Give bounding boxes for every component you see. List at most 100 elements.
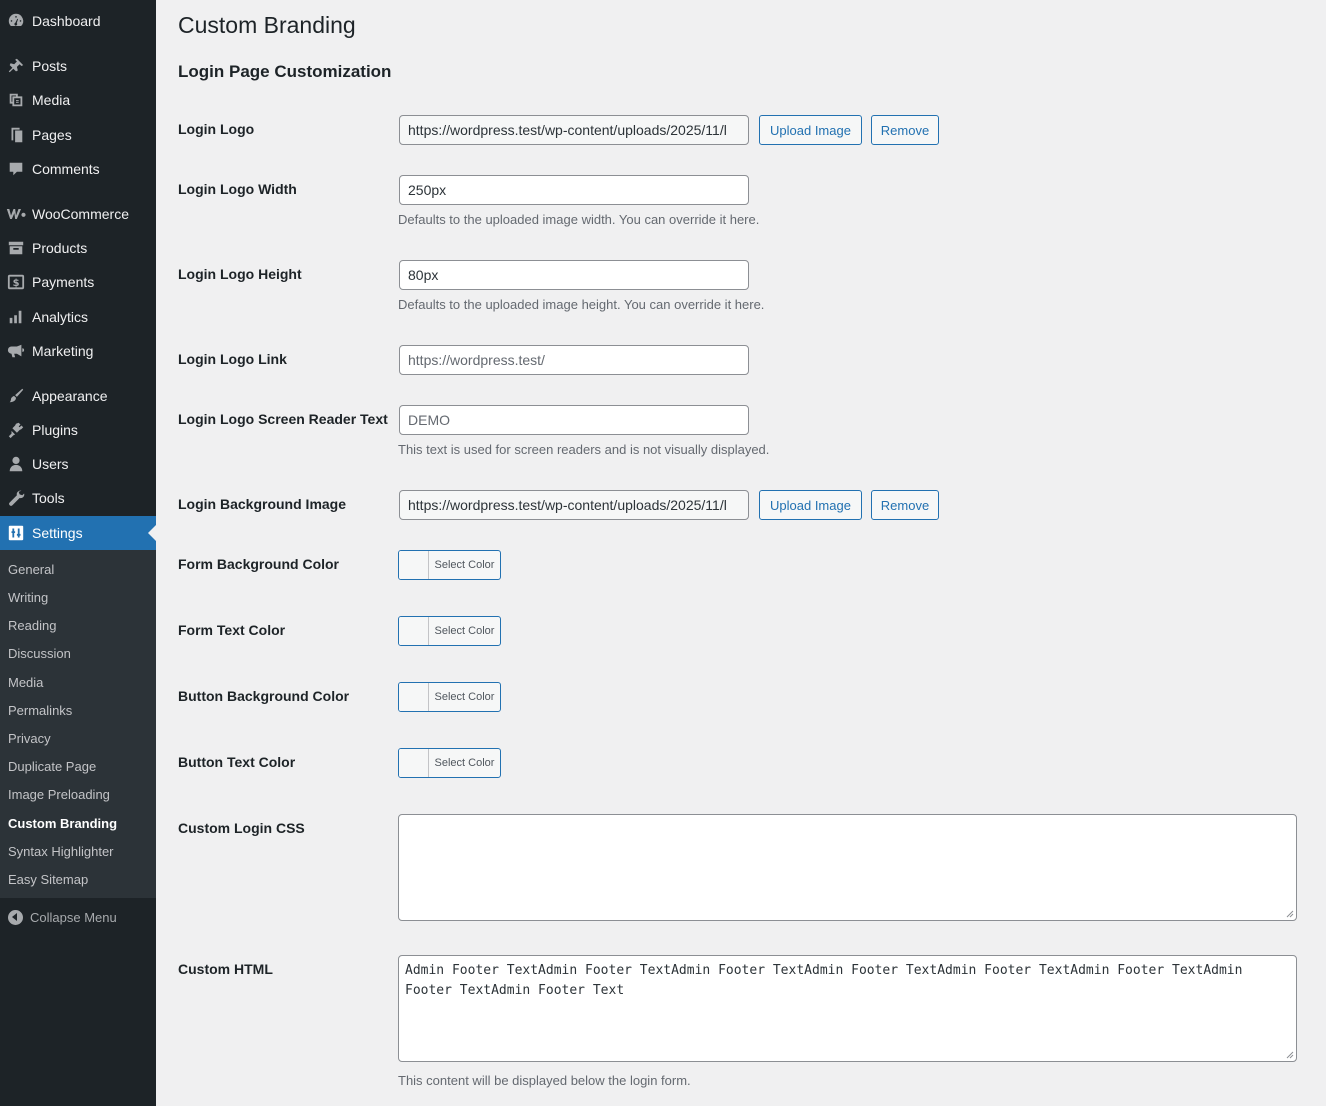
submenu-item-media[interactable]: Media [8,675,43,690]
login-logo-sr-text-description: This text is used for screen readers and… [398,442,770,457]
sidebar-item-marketing[interactable]: Marketing [0,334,156,368]
select-color-label: Select Color [434,691,495,703]
login-logo-url-input[interactable]: https://wordpress.test/wp-content/upload… [399,115,749,145]
custom-login-css-label: Custom Login CSS [178,820,305,836]
custom-html-textarea[interactable]: Admin Footer TextAdmin Footer TextAdmin … [398,955,1297,1062]
login-bg-image-url-input[interactable]: https://wordpress.test/wp-content/upload… [399,490,749,520]
sidebar-item-plugins[interactable]: Plugins [0,413,156,447]
pin-icon [0,56,32,76]
resize-handle-icon[interactable] [1286,1051,1294,1059]
sidebar-item-payments[interactable]: $ Payments [0,265,156,299]
login-bg-image-upload-button[interactable]: Upload Image [759,490,862,520]
bar-chart-icon [0,307,32,327]
select-color-label: Select Color [434,625,495,637]
section-title: Login Page Customization [178,62,392,81]
sidebar-item-label: Comments [32,161,100,177]
login-logo-height-label: Login Logo Height [178,266,302,282]
resize-handle-icon[interactable] [1286,910,1294,918]
megaphone-icon [0,341,32,361]
paintbrush-icon [0,386,32,406]
media-icon [0,90,32,110]
select-color-label: Select Color [434,559,495,571]
custom-html-description: This content will be displayed below the… [398,1073,691,1088]
plug-icon [0,420,32,440]
login-logo-sr-text-input[interactable]: DEMO [399,405,749,435]
submenu-item-general[interactable]: General [8,562,54,577]
login-logo-height-description: Defaults to the uploaded image height. Y… [398,297,765,312]
login-logo-remove-button[interactable]: Remove [871,115,939,145]
sidebar-item-posts[interactable]: Posts [0,49,156,83]
sidebar-item-label: Tools [32,490,65,506]
sidebar-item-pages[interactable]: Pages [0,118,156,152]
submenu-item-image-preloading[interactable]: Image Preloading [8,787,110,802]
svg-text:$: $ [13,278,20,289]
form-bg-color-picker[interactable]: Select Color [398,550,501,580]
sidebar-item-products[interactable]: Products [0,231,156,265]
settings-submenu: General Writing Reading Discussion Media… [0,550,156,898]
login-logo-width-input[interactable]: 250px [399,175,749,205]
sidebar-item-label: Dashboard [32,13,101,29]
collapse-menu-label: Collapse Menu [30,909,117,925]
sidebar-item-woocommerce[interactable]: WooCommerce [0,197,156,231]
sidebar-item-tools[interactable]: Tools [0,481,156,515]
login-logo-height-input[interactable]: 80px [399,260,749,290]
form-text-color-picker[interactable]: Select Color [398,616,501,646]
collapse-menu-button[interactable]: Collapse Menu [0,905,156,929]
select-color-label: Select Color [434,757,495,769]
login-logo-link-input[interactable]: https://wordpress.test/ [399,345,749,375]
dashboard-icon [0,11,32,31]
sidebar-item-label: WooCommerce [32,206,129,222]
submenu-item-reading[interactable]: Reading [8,618,56,633]
sidebar-item-label: Payments [32,274,95,290]
sidebar-item-comments[interactable]: Comments [0,152,156,186]
submenu-item-permalinks[interactable]: Permalinks [8,703,72,718]
submenu-item-duplicate-page[interactable]: Duplicate Page [8,759,96,774]
form-bg-color-label: Form Background Color [178,556,340,572]
form-text-color-label: Form Text Color [178,622,286,638]
submenu-item-easy-sitemap[interactable]: Easy Sitemap [8,872,88,887]
sidebar-item-media[interactable]: Media [0,83,156,117]
sidebar-item-label: Marketing [32,343,94,359]
login-logo-width-label: Login Logo Width [178,181,297,197]
button-text-color-label: Button Text Color [178,754,296,770]
custom-login-css-textarea[interactable] [398,814,1297,921]
settings-icon [0,523,32,543]
sidebar-item-label: Products [32,240,88,256]
color-swatch [399,551,429,579]
login-bg-image-remove-button[interactable]: Remove [871,490,939,520]
submenu-item-discussion[interactable]: Discussion [8,646,71,661]
color-swatch [399,617,429,645]
sidebar-item-label: Appearance [32,388,108,404]
comment-icon [0,159,32,179]
sidebar-item-dashboard[interactable]: Dashboard [0,4,156,38]
login-logo-sr-text-label: Login Logo Screen Reader Text [178,411,388,427]
sidebar-item-label: Settings [32,525,83,541]
color-swatch [399,749,429,777]
woocommerce-icon [0,204,32,224]
login-logo-upload-button[interactable]: Upload Image [759,115,862,145]
sidebar-item-appearance[interactable]: Appearance [0,379,156,413]
submenu-item-privacy[interactable]: Privacy [8,731,51,746]
button-bg-color-picker[interactable]: Select Color [398,682,501,712]
login-logo-label: Login Logo [178,121,255,137]
button-bg-color-label: Button Background Color [178,688,350,704]
sidebar-item-label: Media [32,92,71,108]
pages-icon [0,125,32,145]
collapse-icon [0,909,30,925]
sidebar-item-users[interactable]: Users [0,447,156,481]
submenu-item-writing[interactable]: Writing [8,590,48,605]
sidebar-item-label: Plugins [32,422,78,438]
sidebar-item-settings[interactable]: Settings [0,516,156,550]
button-text-color-picker[interactable]: Select Color [398,748,501,778]
login-logo-link-label: Login Logo Link [178,351,287,367]
login-bg-image-label: Login Background Image [178,496,347,512]
sidebar-item-label: Users [32,456,69,472]
user-icon [0,454,32,474]
login-logo-width-description: Defaults to the uploaded image width. Yo… [398,212,760,227]
sidebar-item-label: Pages [32,127,72,143]
sidebar-item-analytics[interactable]: Analytics [0,300,156,334]
submenu-item-syntax-highlighter[interactable]: Syntax Highlighter [8,844,114,859]
wrench-icon [0,488,32,508]
custom-html-label: Custom HTML [178,961,273,977]
submenu-item-custom-branding[interactable]: Custom Branding [8,816,117,831]
